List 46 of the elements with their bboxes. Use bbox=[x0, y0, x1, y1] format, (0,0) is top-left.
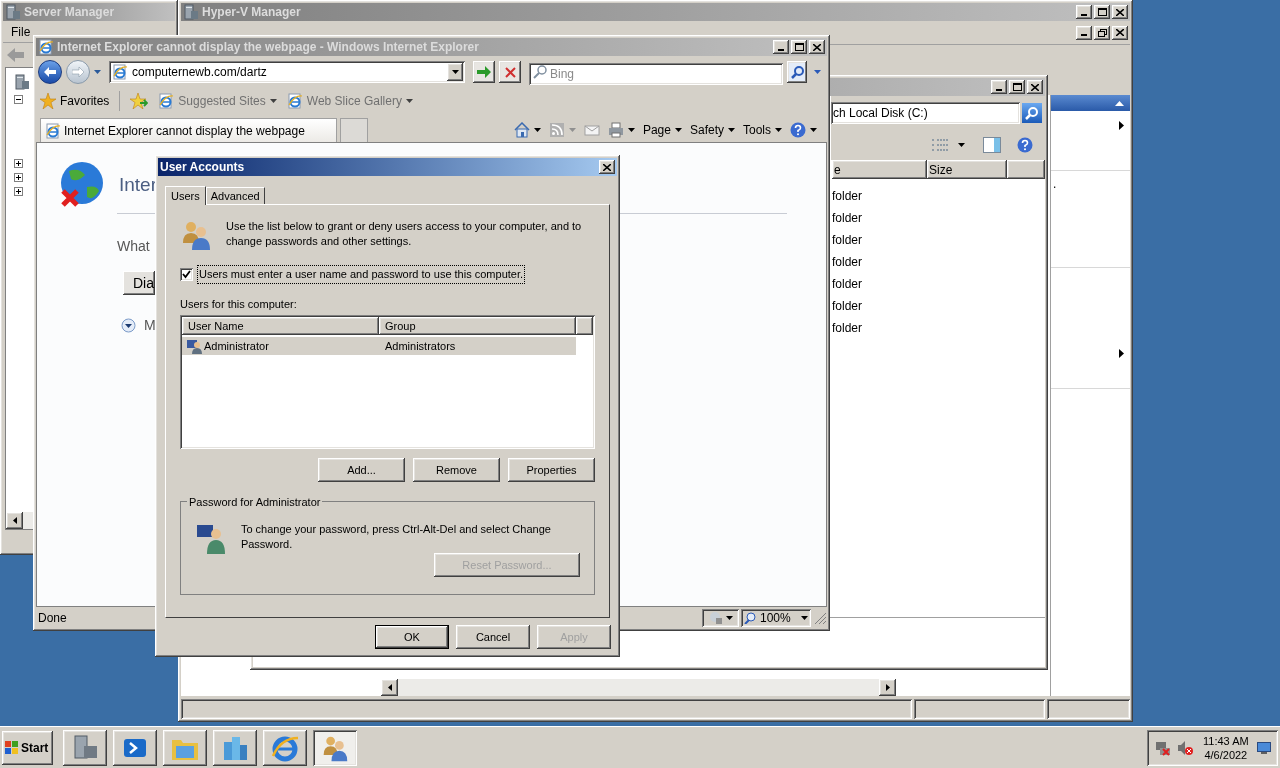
table-cell-text: folder bbox=[832, 189, 864, 205]
more-info-text: M bbox=[144, 316, 156, 335]
table-cell-text: folder bbox=[832, 233, 864, 249]
dialog-button[interactable]: OK bbox=[375, 625, 449, 649]
diagnose-button[interactable]: Dia bbox=[123, 271, 155, 295]
column-header[interactable]: User Name bbox=[182, 317, 379, 335]
search-field[interactable]: Bing bbox=[529, 63, 783, 85]
table-cell-text: folder bbox=[832, 255, 864, 271]
command-menu[interactable]: Page bbox=[642, 121, 682, 139]
dialog-button[interactable]: Add... bbox=[318, 458, 405, 482]
table-cell-text: folder bbox=[832, 299, 864, 315]
search-field[interactable]: ch Local Disk (C:) bbox=[831, 102, 1020, 124]
zoom-button[interactable]: 100% bbox=[741, 609, 811, 627]
window-title: Hyper-V Manager bbox=[202, 6, 302, 18]
start-button[interactable]: Start bbox=[2, 730, 53, 765]
command-menu[interactable]: Tools bbox=[743, 121, 782, 139]
window-title: Server Manager bbox=[24, 6, 116, 18]
dialog-button[interactable]: Cancel bbox=[456, 625, 530, 649]
column-header[interactable]: Size bbox=[927, 160, 1007, 179]
password-text: To change your password, press Ctrl-Alt-Del and select Change Password. bbox=[240, 522, 552, 552]
column-header[interactable]: e bbox=[832, 160, 927, 179]
error-text: What bbox=[117, 237, 150, 256]
intro-text: Use the list below to grant or deny users access to your computer, and to change passwords and other settings. bbox=[226, 219, 583, 249]
table-cell-text: folder bbox=[832, 277, 864, 293]
tab[interactable]: Users bbox=[165, 186, 206, 205]
table-cell-text: Administrator bbox=[204, 338, 269, 354]
browser-tab[interactable]: Internet Explorer cannot display the webpage bbox=[40, 118, 337, 142]
table-cell-text: folder bbox=[832, 211, 864, 227]
status-text: Done bbox=[37, 610, 68, 627]
address-field[interactable]: computernewb.com/dartz bbox=[109, 61, 465, 83]
favorites-button[interactable]: Favorites bbox=[40, 92, 110, 110]
window-title: User Accounts bbox=[160, 161, 246, 173]
error-heading: Inter bbox=[119, 172, 158, 197]
user-row[interactable]: Administrator Administrators bbox=[182, 337, 576, 355]
column-header[interactable]: Group bbox=[379, 317, 576, 335]
tab[interactable]: Advanced bbox=[205, 187, 265, 204]
table-cell-text: Administrators bbox=[384, 338, 456, 354]
dialog-button[interactable]: Properties bbox=[508, 458, 595, 482]
action-text: . bbox=[1053, 177, 1057, 191]
clock[interactable]: 11:43 AM 4/6/2022 bbox=[1203, 733, 1249, 762]
table-cell-text: folder bbox=[832, 321, 864, 337]
command-menu[interactable]: Safety bbox=[689, 121, 735, 139]
list-label: Users for this computer: bbox=[180, 296, 298, 312]
dialog-button[interactable]: Remove bbox=[413, 458, 500, 482]
window-title: Internet Explorer cannot display the webpage - Windows Internet Explorer bbox=[57, 41, 480, 53]
menu-item[interactable]: File bbox=[11, 22, 31, 41]
